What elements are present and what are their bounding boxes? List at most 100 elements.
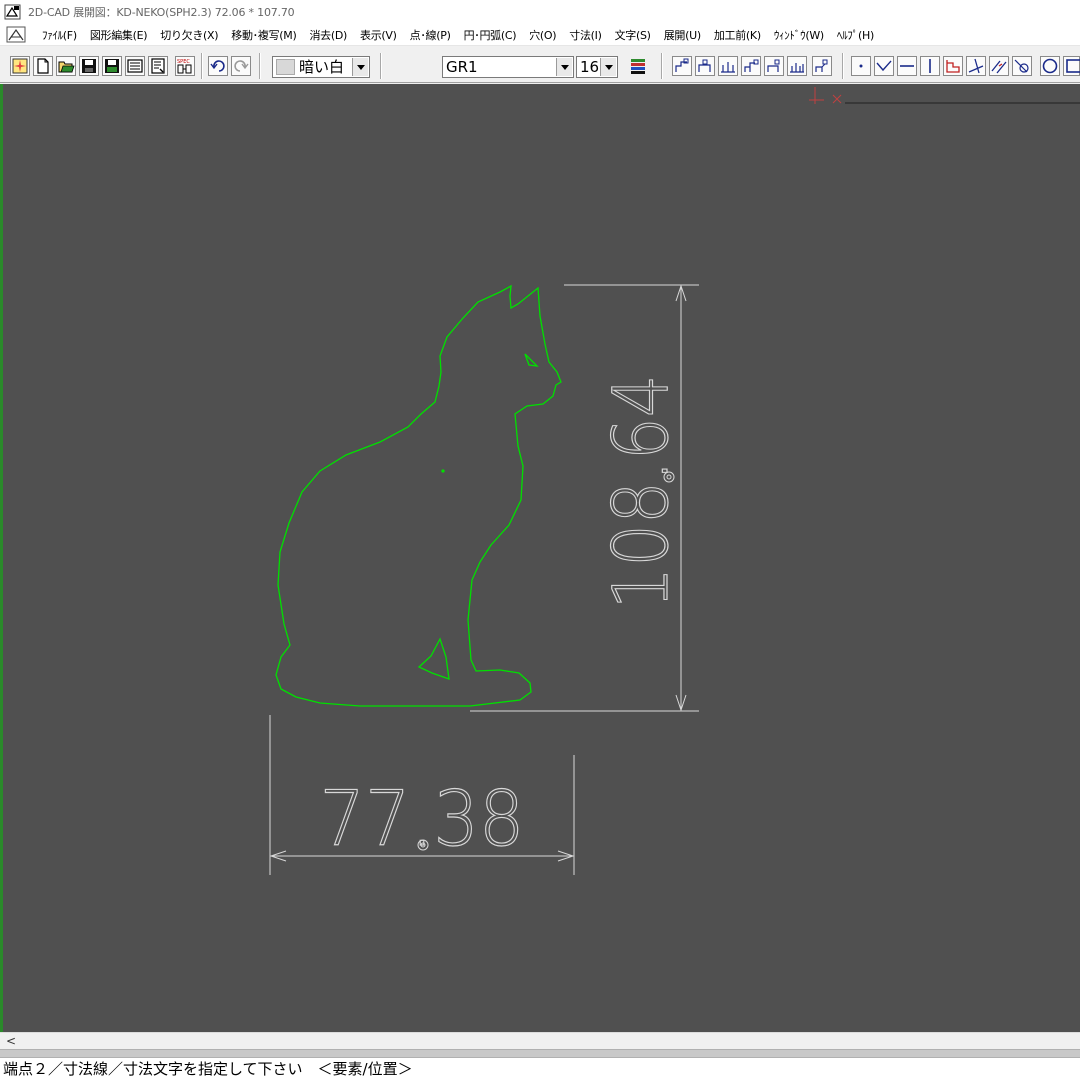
check-line-icon: [876, 60, 892, 72]
color-select-value: 暗い白: [299, 58, 345, 76]
menu-window[interactable]: ｳｨﾝﾄﾞｳ(W): [774, 27, 824, 43]
dimension-4-button[interactable]: [741, 56, 761, 76]
toolbar-separator: [661, 53, 663, 79]
horizontal-line-icon: [900, 65, 914, 67]
chevron-down-icon[interactable]: [600, 58, 616, 76]
menu-pre-process[interactable]: 加工前(K): [714, 27, 761, 43]
undo-button[interactable]: [208, 56, 228, 76]
menu-move-copy[interactable]: 移動･複写(M): [231, 27, 296, 43]
group-select-value: GR1: [446, 58, 478, 76]
toolbar-separator: [201, 53, 203, 79]
dimension-2-icon: [698, 59, 711, 72]
new-sparkle-icon: [12, 58, 28, 74]
point-icon: [859, 64, 863, 68]
horizontal-line-button[interactable]: [897, 56, 917, 76]
angle-line-icon: [968, 58, 984, 74]
menu-bar: ﾌｧｲﾙ(F) 図形編集(E) 切り欠き(X) 移動･複写(M) 消去(D) 表…: [0, 24, 1080, 46]
drawing-svg[interactable]: 77.38 108.64: [0, 84, 1080, 1032]
parallel-line-button[interactable]: [989, 56, 1009, 76]
dimension-height-label[interactable]: 108.64: [595, 374, 685, 610]
cat-body-outline[interactable]: [275, 284, 562, 707]
dimension-1-button[interactable]: [672, 56, 692, 76]
menu-view[interactable]: 表示(V): [360, 27, 397, 43]
menu-point-line[interactable]: 点･線(P): [410, 27, 451, 43]
chevron-down-icon[interactable]: [556, 58, 572, 76]
scroll-left-arrow-icon[interactable]: <: [6, 1033, 16, 1049]
dimension-5-icon: [767, 59, 780, 72]
parallel-line-icon: [991, 60, 1007, 74]
dimension-4-icon: [744, 59, 759, 72]
menu-hole[interactable]: 穴(O): [529, 27, 556, 43]
cat-leg-notch: [417, 637, 450, 680]
menu-dimension[interactable]: 寸法(I): [569, 27, 602, 43]
dimension-3-icon: [721, 62, 735, 73]
cat-center-dot: [441, 469, 445, 473]
new-file-icon: [37, 58, 49, 74]
cat-outline[interactable]: [275, 284, 562, 707]
new-sparkle-button[interactable]: [10, 56, 30, 76]
group-select[interactable]: GR1: [442, 56, 574, 78]
layer-stack-icon: [631, 59, 645, 74]
menu-edit-shape[interactable]: 図形編集(E): [90, 27, 148, 43]
dimension-6-button[interactable]: [787, 56, 807, 76]
scrollbar-track[interactable]: [0, 1049, 1080, 1058]
open-folder-icon: [58, 61, 75, 73]
toolbar-separator: [380, 53, 382, 79]
tangent-line-icon: [1014, 59, 1029, 73]
angle-line-button[interactable]: [966, 56, 986, 76]
save-as-button[interactable]: [102, 56, 122, 76]
rectangle-icon: [1066, 59, 1080, 73]
circle-button[interactable]: [1040, 56, 1060, 76]
dimension-6-icon: [790, 63, 804, 73]
size-select[interactable]: 16: [576, 56, 618, 78]
color-swatch: [276, 59, 295, 75]
tangent-line-button[interactable]: [1012, 56, 1032, 76]
cad-app-icon: [4, 4, 21, 20]
size-select-value: 16: [580, 58, 600, 76]
dimension-5-button[interactable]: [764, 56, 784, 76]
spec-icon-label: SPEC: [177, 59, 190, 65]
save-button[interactable]: [79, 56, 99, 76]
menu-text[interactable]: 文字(S): [615, 27, 651, 43]
drawing-canvas[interactable]: 77.38 108.64: [0, 84, 1080, 1032]
menu-notch[interactable]: 切り欠き(X): [160, 27, 218, 43]
check-line-button[interactable]: [874, 56, 894, 76]
polyline-button[interactable]: [943, 56, 963, 76]
polyline-icon: [946, 60, 960, 73]
menu-delete[interactable]: 消去(D): [309, 27, 347, 43]
spec-button[interactable]: SPEC: [175, 56, 195, 76]
menu-help[interactable]: ﾍﾙﾌﾟ(H): [837, 27, 874, 43]
print-preview-icon: [151, 58, 165, 74]
toolbar: SPEC 暗い白 GR1 16: [0, 47, 1080, 83]
menu-file[interactable]: ﾌｧｲﾙ(F): [42, 27, 77, 43]
chevron-down-icon[interactable]: [352, 58, 368, 76]
new-file-button[interactable]: [33, 56, 53, 76]
toolbar-separator: [259, 53, 261, 79]
dimension-2-button[interactable]: [695, 56, 715, 76]
print-preview-button[interactable]: [148, 56, 168, 76]
dimension-1-icon: [675, 58, 689, 72]
point-button[interactable]: [851, 56, 871, 76]
dimension-7-icon: [815, 59, 828, 72]
redo-button[interactable]: [231, 56, 251, 76]
print-button[interactable]: [125, 56, 145, 76]
dimension-7-button[interactable]: [812, 56, 832, 76]
rectangle-button[interactable]: [1063, 56, 1080, 76]
layer-button[interactable]: [628, 56, 648, 76]
window-title: 2D-CAD 展開図：KD-NEKO(SPH2.3) 72.06 * 107.7…: [28, 6, 295, 19]
open-button[interactable]: [56, 56, 76, 76]
menu-circle-arc[interactable]: 円･円弧(C): [464, 27, 517, 43]
title-bar: 2D-CAD 展開図：KD-NEKO(SPH2.3) 72.06 * 107.7…: [0, 0, 1080, 24]
cad-document-icon[interactable]: [6, 26, 28, 44]
circle-icon: [1042, 58, 1058, 74]
color-select[interactable]: 暗い白: [272, 56, 370, 78]
dimension-width-label[interactable]: 77.38: [319, 773, 525, 863]
toolbar-separator: [842, 53, 844, 79]
save-as-disk-icon: [105, 59, 119, 73]
horizontal-scrollbar[interactable]: <: [0, 1032, 1080, 1049]
status-bar: 端点２／寸法線／寸法文字を指定して下さい ＜要素/位置＞: [0, 1058, 1080, 1080]
vertical-line-button[interactable]: [920, 56, 940, 76]
dimension-3-button[interactable]: [718, 56, 738, 76]
menu-unfold[interactable]: 展開(U): [664, 27, 701, 43]
undo-icon: [210, 60, 225, 72]
